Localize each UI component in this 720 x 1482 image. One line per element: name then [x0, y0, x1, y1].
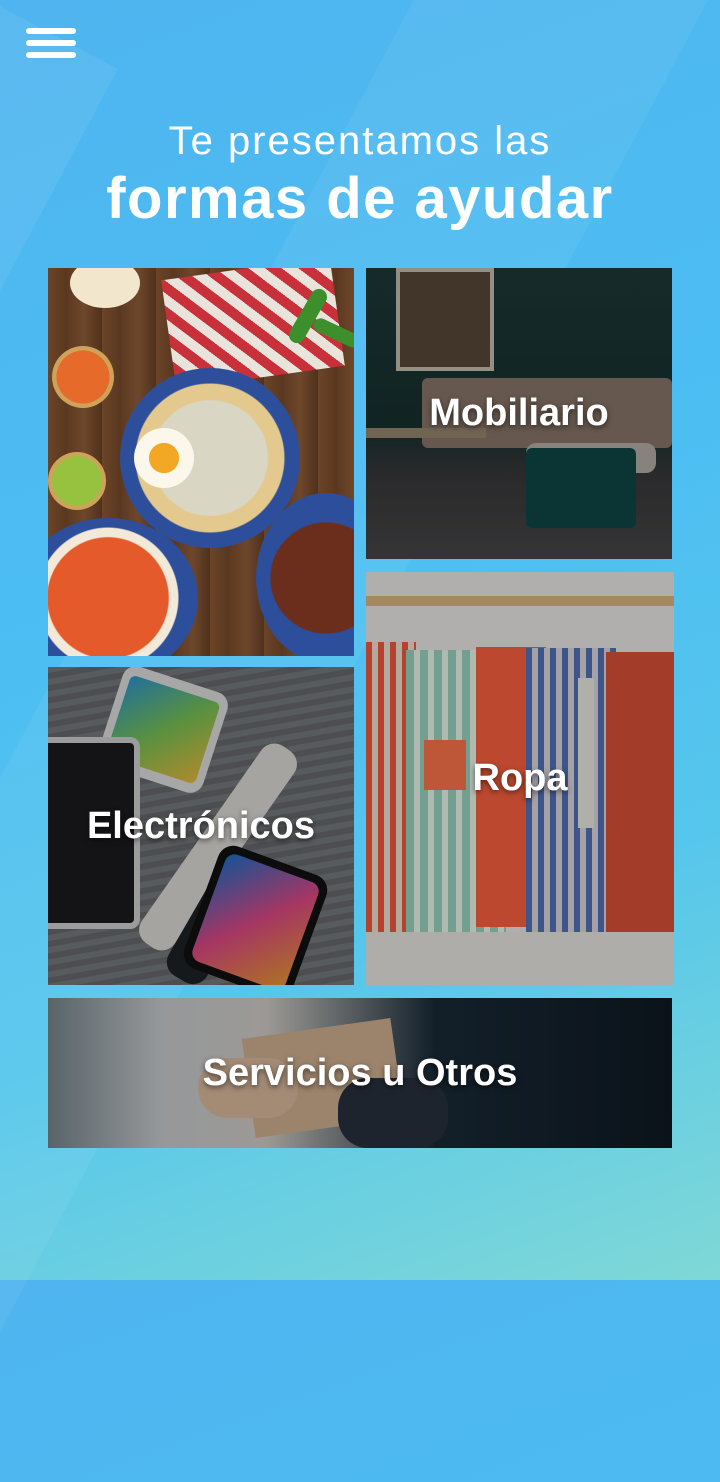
- bowl: [48, 452, 106, 510]
- bowl: [52, 346, 114, 408]
- heading-title: formas de ayudar: [106, 166, 614, 231]
- page-heading: Te presentamos las formas de ayudar: [0, 116, 720, 232]
- hamburger-menu-icon[interactable]: [26, 28, 76, 58]
- tile-clothes[interactable]: Ropa: [366, 572, 674, 985]
- tile-electronics[interactable]: Electrónicos: [48, 667, 354, 985]
- tile-label-electronics: Electrónicos: [86, 804, 316, 847]
- tile-label-clothes: Ropa: [472, 757, 568, 799]
- tile-services[interactable]: Servicios u Otros: [48, 998, 672, 1148]
- heading-subtitle: Te presentamos las: [168, 119, 552, 163]
- egg: [134, 428, 194, 488]
- tile-food[interactable]: [48, 268, 354, 656]
- tile-furniture[interactable]: Mobiliario: [366, 268, 672, 559]
- tile-label-services: Servicios u Otros: [202, 1051, 518, 1094]
- tile-label-furniture: Mobiliario: [429, 392, 609, 434]
